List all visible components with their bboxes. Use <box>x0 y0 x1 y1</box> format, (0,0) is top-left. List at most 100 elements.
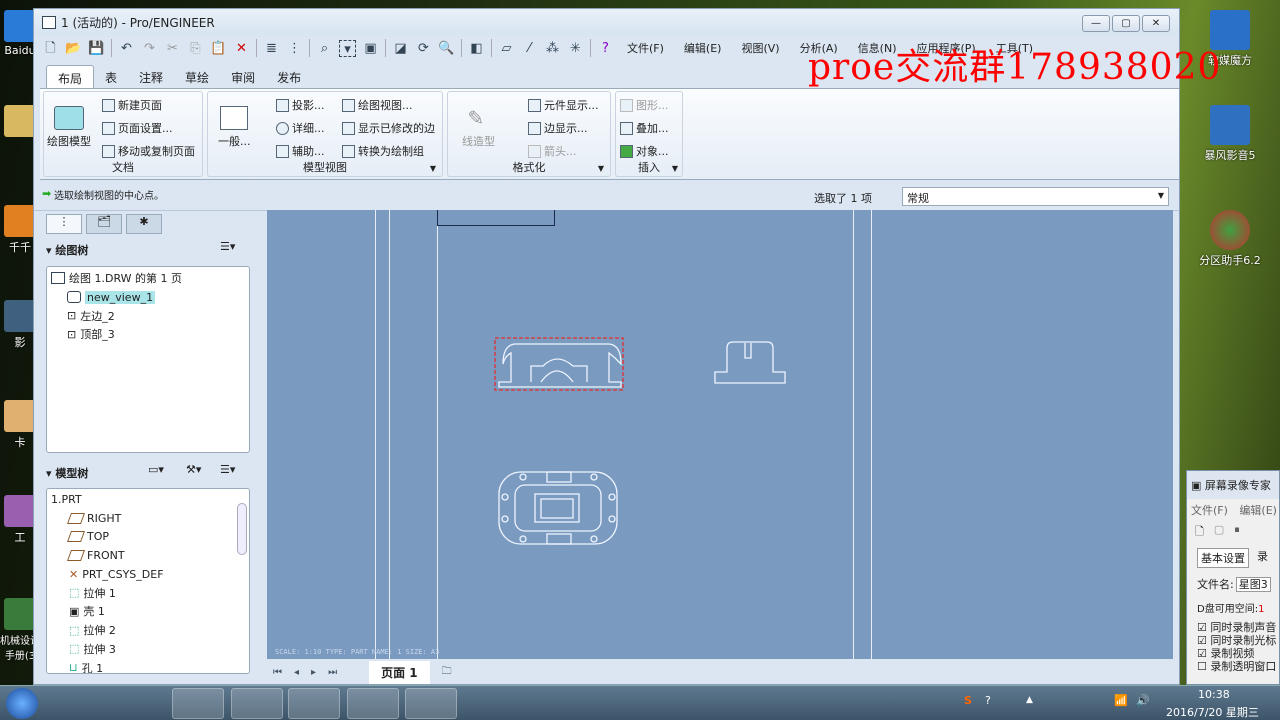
tab-favorites-icon[interactable]: ✱ <box>126 214 162 234</box>
taskbar-app[interactable] <box>405 688 457 719</box>
undo-icon[interactable]: ↶ <box>118 40 135 57</box>
tab-model-tree-icon[interactable]: ⋮ <box>46 214 82 234</box>
minimize-button[interactable]: — <box>1082 15 1110 32</box>
prev-page-icon[interactable]: ◂ <box>294 667 299 678</box>
save-icon[interactable]: 💾 <box>88 40 105 57</box>
page-tab[interactable]: 页面 1 <box>369 660 430 684</box>
select-icon[interactable]: ▣ <box>362 40 379 57</box>
next-page-icon[interactable]: ▸ <box>311 667 316 678</box>
option-record-video[interactable]: ☑ 录制视频 <box>1197 647 1269 660</box>
taskbar-chrome[interactable] <box>231 688 283 719</box>
option-record-audio[interactable]: ☑ 同时录制声音 <box>1197 621 1276 634</box>
new-file-icon[interactable]: 🗋 <box>42 40 59 57</box>
tab-record[interactable]: 录 <box>1257 548 1268 568</box>
select-box-icon[interactable]: ▾ <box>339 39 356 57</box>
new-icon[interactable]: 🗋 <box>1195 523 1204 542</box>
convert-draw-group-button[interactable]: 转换为绘制组 <box>342 143 424 159</box>
open-file-icon[interactable]: 📂 <box>65 40 82 57</box>
last-page-icon[interactable]: ⏭ <box>328 667 337 678</box>
datum-planes-icon[interactable]: ▱ <box>498 40 515 57</box>
detail-button[interactable]: 详细... <box>276 120 325 136</box>
group-expand-icon[interactable]: ▼ <box>672 164 678 173</box>
drawing-model-button[interactable]: 绘图模型 <box>47 106 91 149</box>
tree-item-extrude-1[interactable]: ⬚ 拉伸 1 <box>51 583 245 602</box>
tree-item-extrude-2[interactable]: ⬚ 拉伸 2 <box>51 621 245 640</box>
clock-date[interactable]: 2016/7/20 星期三 <box>1166 704 1259 720</box>
scrollbar[interactable] <box>237 503 247 555</box>
auxiliary-button[interactable]: 辅助... <box>276 143 325 159</box>
menu-edit[interactable]: 编辑(E) <box>684 40 722 56</box>
tree-item-csys[interactable]: ✕ PRT_CSYS_DEF <box>51 565 245 584</box>
network-icon[interactable]: 📶 <box>1114 694 1128 707</box>
tree-item-new-view-1[interactable]: new_view_1 <box>51 288 245 307</box>
show-hidden-icons[interactable]: ▲ <box>1026 695 1033 705</box>
tree-item-top[interactable]: TOP <box>51 527 245 546</box>
paste-icon[interactable]: 📋 <box>210 40 227 57</box>
taskbar-explorer[interactable] <box>172 688 224 719</box>
desktop-icon-partition[interactable]: 分区助手6.2 <box>1196 210 1264 268</box>
cut-icon[interactable]: ✂ <box>164 40 181 57</box>
taskbar-calculator[interactable] <box>56 688 108 719</box>
start-button[interactable] <box>6 688 38 719</box>
menu-view[interactable]: 视图(V) <box>741 40 779 56</box>
tab-basic-settings[interactable]: 基本设置 <box>1197 548 1249 568</box>
stop-icon[interactable]: ▢ <box>1214 523 1224 542</box>
model-display-icon[interactable]: ▭▾ <box>148 463 164 476</box>
regenerate-icon[interactable]: ◪ <box>392 40 409 57</box>
tree-item-left-2[interactable]: ⊡ 左边_2 <box>51 306 245 325</box>
projection-button[interactable]: 投影... <box>276 97 325 113</box>
taskbar-tool[interactable] <box>116 688 168 719</box>
move-copy-page-button[interactable]: 移动或复制页面 <box>102 143 195 159</box>
option-record-transparent[interactable]: ☐ 录制透明窗口 <box>1197 660 1276 673</box>
taskbar-proengineer[interactable] <box>288 688 340 719</box>
drawing-view-button[interactable]: 绘图视图... <box>342 97 413 113</box>
help-icon[interactable]: ? <box>985 694 991 707</box>
general-view-button[interactable]: 一般... <box>218 106 251 149</box>
filename-input[interactable]: 星图3 <box>1235 577 1271 592</box>
tab-folder-browser-icon[interactable]: 🗂 <box>86 214 122 234</box>
close-button[interactable]: ✕ <box>1142 15 1170 32</box>
display-style-icon[interactable]: ◧ <box>468 40 485 57</box>
sogou-icon[interactable]: S <box>964 694 972 707</box>
model-tree-header[interactable]: ▾ 模型树 <box>46 465 88 481</box>
taskbar-recorder[interactable] <box>347 688 399 719</box>
volume-icon[interactable]: 🔊 <box>1136 694 1150 707</box>
add-page-icon[interactable]: 🗀 <box>442 664 452 681</box>
tree-item-extrude-3[interactable]: ⬚ 拉伸 3 <box>51 640 245 659</box>
first-page-icon[interactable]: ⏮ <box>273 667 282 678</box>
layers-icon[interactable]: ≣ <box>263 40 280 57</box>
tree-root[interactable]: 绘图 1.DRW 的第 1 页 <box>51 269 245 288</box>
delete-icon[interactable]: ✕ <box>233 40 250 57</box>
drawing-canvas[interactable]: SCALE: 1:10 TYPE: PART NAME: 1 SIZE: A3 <box>267 210 1173 659</box>
component-display-button[interactable]: 元件显示... <box>528 97 599 113</box>
tree-settings-icon[interactable]: ☰▾ <box>220 240 235 253</box>
tree-item-shell-1[interactable]: ▣ 壳 1 <box>51 602 245 621</box>
tree-item-top-3[interactable]: ⊡ 顶部_3 <box>51 325 245 344</box>
drawing-tree-header[interactable]: ▾ 绘图树 <box>46 242 88 258</box>
filter-select[interactable]: 常规 ▼ <box>902 187 1169 206</box>
csys-icon[interactable]: ✳ <box>567 40 584 57</box>
context-help-icon[interactable]: ? <box>597 40 614 57</box>
maximize-button[interactable]: ▢ <box>1112 15 1140 32</box>
menu-file[interactable]: 文件(F) <box>627 40 664 56</box>
new-page-button[interactable]: 新建页面 <box>102 97 162 113</box>
datum-points-icon[interactable]: ⁂ <box>544 40 561 57</box>
tree-item-right[interactable]: RIGHT <box>51 509 245 528</box>
find-icon[interactable]: ⌕ <box>316 40 333 57</box>
redo-icon[interactable]: ↷ <box>141 40 158 57</box>
overlay-button[interactable]: 叠加... <box>620 120 669 136</box>
page-setup-button[interactable]: 页面设置... <box>102 120 173 136</box>
clock-time[interactable]: 10:38 <box>1198 688 1230 701</box>
option-record-cursor[interactable]: ☑ 同时录制光标 <box>1197 634 1276 647</box>
recorder-menu-edit[interactable]: 编辑(E) <box>1239 504 1277 517</box>
line-style-button[interactable]: ✎ 线造型 <box>462 106 495 149</box>
tree-settings-icon[interactable]: ☰▾ <box>220 463 235 476</box>
datum-axes-icon[interactable]: ⁄ <box>521 40 538 57</box>
recorder-menu-file[interactable]: 文件(F) <box>1191 504 1228 517</box>
tree-item-hole-1[interactable]: ⊔ 孔 1 <box>51 658 245 673</box>
object-button[interactable]: 对象... <box>620 143 669 159</box>
refresh-icon[interactable]: ⟳ <box>415 40 432 57</box>
tree-root[interactable]: 1.PRT <box>51 490 245 509</box>
pause-icon[interactable]: ⏸ <box>1234 523 1240 542</box>
tools-icon[interactable]: ⚒▾ <box>186 463 201 476</box>
